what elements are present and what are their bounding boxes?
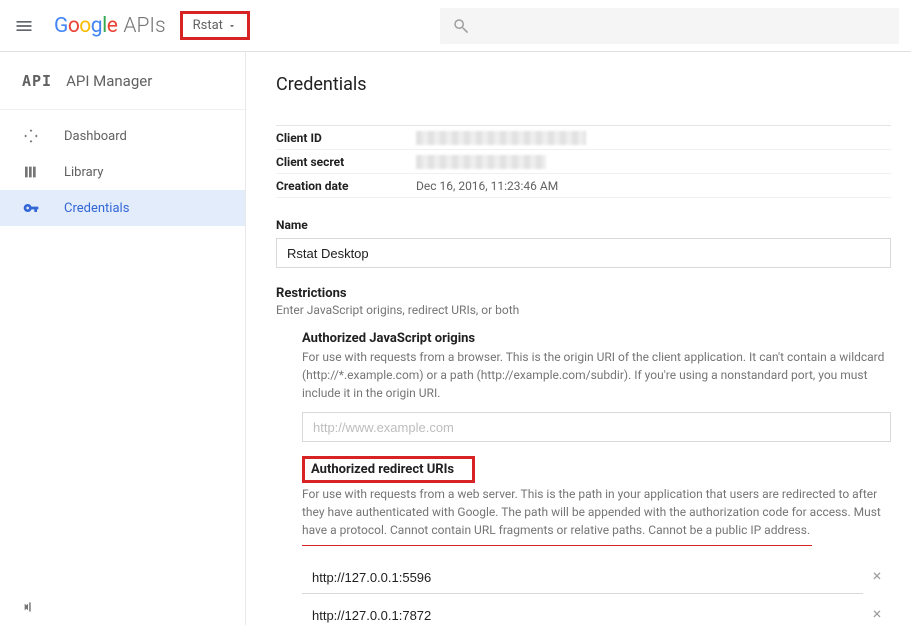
redirect-uris-section: Authorized redirect URIs For use with re… [302,456,891,625]
sidebar: API API Manager Dashboard Library Creden… [0,52,246,625]
chevron-left-icon [18,599,34,615]
project-name: Rstat [193,18,223,33]
library-icon [22,163,40,181]
hamburger-icon [14,16,34,36]
collapse-sidebar-button[interactable] [18,599,34,619]
restrictions-label: Restrictions [276,286,891,301]
remove-uri-button[interactable]: × [863,604,891,623]
client-id-label: Client ID [276,131,416,145]
google-logo: Google [54,14,117,38]
client-secret-label: Client secret [276,155,416,169]
chevron-down-icon [227,21,237,31]
remove-uri-button[interactable]: × [863,566,891,585]
sidebar-item-credentials[interactable]: Credentials [0,190,245,226]
apis-label: APIs [123,14,165,38]
dashboard-icon [22,127,40,145]
redirect-uris-title: Authorized redirect URIs [311,462,454,477]
sidebar-nav: Dashboard Library Credentials [0,110,245,226]
redirect-uris-desc: For use with requests from a web server.… [302,485,891,539]
api-logo-icon: API [22,72,52,90]
sidebar-header: API API Manager [0,52,245,110]
js-origins-title: Authorized JavaScript origins [302,331,475,346]
creation-date-label: Creation date [276,179,416,193]
client-info-table: Client ID Client secret Creation date De… [276,125,891,198]
nav-label: Library [64,165,103,180]
search-box[interactable] [440,8,899,44]
content-area: Credentials Client ID Client secret Crea… [246,52,911,625]
client-secret-value [416,155,546,169]
google-apis-logo[interactable]: Google APIs [54,14,166,38]
js-origins-desc: For use with requests from a browser. Th… [302,348,891,402]
page-title: Credentials [276,74,891,95]
nav-label: Dashboard [64,129,127,144]
project-picker[interactable]: Rstat [180,11,250,40]
name-input[interactable] [276,238,891,268]
sidebar-item-library[interactable]: Library [0,154,245,190]
js-origins-section: Authorized JavaScript origins For use wi… [302,331,891,442]
redirect-uri-row: × [302,594,891,625]
redirect-uri-row: × [302,556,891,594]
creation-date-value: Dec 16, 2016, 11:23:46 AM [416,179,558,193]
restrictions-subtext: Enter JavaScript origins, redirect URIs,… [276,303,891,317]
section-title: API Manager [66,72,152,90]
js-origins-input[interactable] [302,412,891,442]
name-label: Name [276,218,891,232]
sidebar-item-dashboard[interactable]: Dashboard [0,118,245,154]
redirect-uri-input[interactable] [302,562,863,594]
nav-label: Credentials [64,201,129,216]
redirect-title-highlight: Authorized redirect URIs [302,456,475,483]
decorative-underline [302,545,812,546]
redirect-uri-input[interactable] [302,600,863,625]
menu-button[interactable] [0,16,48,36]
key-icon [22,199,40,217]
search-icon [452,17,470,35]
client-id-value [416,131,586,145]
app-header: Google APIs Rstat [0,0,911,52]
